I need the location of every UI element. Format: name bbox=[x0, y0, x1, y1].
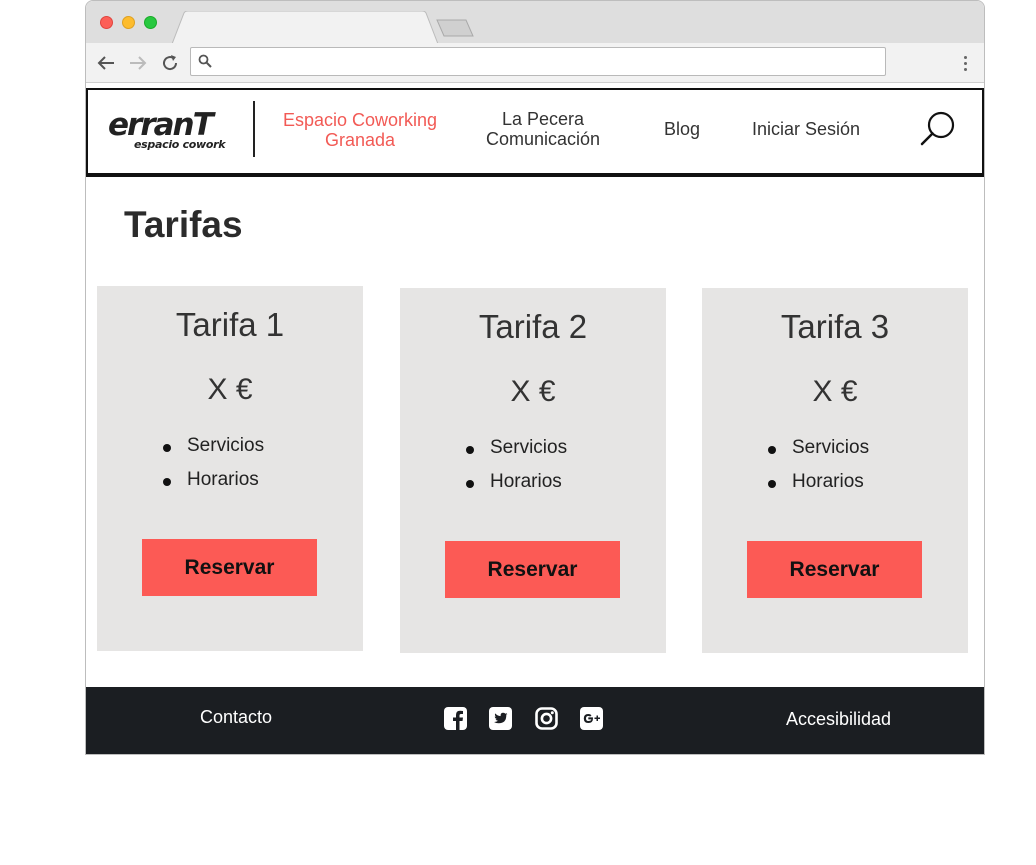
page-title: Tarifas bbox=[124, 204, 243, 245]
nav-label-line: Comunicación bbox=[485, 129, 601, 149]
feature-list: Servicios Horarios bbox=[768, 436, 869, 504]
facebook-icon[interactable] bbox=[444, 707, 467, 730]
browser-titlebar bbox=[86, 1, 984, 44]
feature-list: Servicios Horarios bbox=[466, 436, 567, 504]
nav-label-line: Espacio Coworking bbox=[282, 110, 438, 130]
new-tab-button[interactable] bbox=[436, 19, 474, 42]
back-arrow-icon[interactable] bbox=[95, 52, 117, 74]
reservar-button[interactable]: Reservar bbox=[142, 539, 317, 596]
footer-accesibilidad-link[interactable]: Accesibilidad bbox=[786, 709, 891, 730]
card-price: X € bbox=[510, 375, 556, 408]
site-header: erranT espacio cowork Espacio Coworking … bbox=[86, 88, 984, 177]
instagram-icon[interactable] bbox=[535, 707, 558, 730]
search-icon bbox=[198, 54, 212, 73]
errant-logo[interactable]: erranT espacio cowork bbox=[108, 110, 232, 158]
feature-item: Servicios bbox=[768, 436, 869, 470]
pricing-card: Tarifa 2 X € Servicios Horarios Reservar bbox=[400, 288, 666, 653]
feature-item: Horarios bbox=[466, 470, 567, 504]
header-divider bbox=[253, 101, 255, 157]
nav-espacio-coworking[interactable]: Espacio Coworking Granada bbox=[276, 110, 444, 150]
nav-iniciar-sesion[interactable]: Iniciar Sesión bbox=[748, 119, 864, 139]
card-price: X € bbox=[812, 375, 858, 408]
close-window-button[interactable] bbox=[100, 16, 113, 29]
browser-tab[interactable] bbox=[172, 11, 438, 44]
nav-la-pecera[interactable]: La Pecera Comunicación bbox=[476, 109, 610, 149]
twitter-icon[interactable] bbox=[489, 707, 512, 730]
card-title: Tarifa 2 bbox=[478, 308, 588, 345]
feature-list: Servicios Horarios bbox=[163, 434, 264, 502]
site-footer: Contacto Accesibilidad bbox=[86, 687, 984, 754]
search-icon[interactable] bbox=[920, 110, 956, 148]
feature-item: Horarios bbox=[768, 470, 869, 504]
google-plus-icon[interactable] bbox=[580, 707, 603, 730]
reservar-button[interactable]: Reservar bbox=[747, 541, 922, 598]
nav-label-line: La Pecera bbox=[501, 109, 585, 129]
browser-menu-icon[interactable] bbox=[956, 53, 974, 73]
reservar-button[interactable]: Reservar bbox=[445, 541, 620, 598]
nav-label-line: Granada bbox=[324, 130, 396, 150]
maximize-window-button[interactable] bbox=[144, 16, 157, 29]
browser-window: erranT espacio cowork Espacio Coworking … bbox=[85, 0, 985, 755]
card-title: Tarifa 1 bbox=[175, 306, 285, 343]
forward-arrow-icon[interactable] bbox=[127, 52, 149, 74]
footer-contacto-link[interactable]: Contacto bbox=[200, 707, 272, 728]
pricing-card: Tarifa 1 X € Servicios Horarios Reservar bbox=[97, 286, 363, 651]
web-page: erranT espacio cowork Espacio Coworking … bbox=[86, 88, 984, 754]
feature-item: Servicios bbox=[163, 434, 264, 468]
pricing-card: Tarifa 3 X € Servicios Horarios Reservar bbox=[702, 288, 968, 653]
card-price: X € bbox=[207, 373, 253, 406]
reload-icon[interactable] bbox=[159, 52, 181, 74]
nav-blog[interactable]: Blog bbox=[660, 119, 704, 139]
feature-item: Horarios bbox=[163, 468, 264, 502]
logo-wordmark: erranT bbox=[108, 107, 214, 143]
minimize-window-button[interactable] bbox=[122, 16, 135, 29]
address-bar[interactable] bbox=[190, 47, 886, 76]
browser-toolbar bbox=[86, 43, 984, 83]
logo-tagline: espacio cowork bbox=[134, 138, 226, 151]
feature-item: Servicios bbox=[466, 436, 567, 470]
card-title: Tarifa 3 bbox=[780, 308, 890, 345]
url-input[interactable] bbox=[219, 52, 879, 72]
